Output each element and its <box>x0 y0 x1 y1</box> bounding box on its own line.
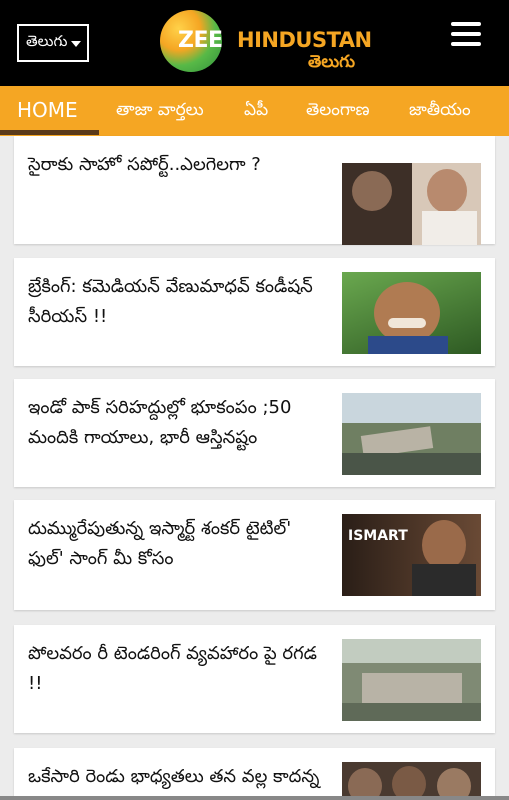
news-thumbnail[interactable] <box>342 762 481 800</box>
news-card[interactable]: సైరాకు సాహో సపోర్ట్..ఎలగెలగా ? <box>14 136 495 245</box>
news-card-title[interactable]: పోలవరం రీ టెండరింగ్ వ్యవహారం పై రగడ !! <box>28 639 328 699</box>
news-card[interactable]: దుమ్మురేపుతున్న ఇస్మార్ట్ శంకర్ టైటిల్' … <box>14 500 495 610</box>
news-card[interactable]: ఇండో పాక్ సరిహద్దుల్లో భూకంపం ;50 మందికి… <box>14 379 495 487</box>
news-card[interactable]: బ్రేకింగ్: కమెడియన్ వేణుమాధవ్ కండీషన్ సీ… <box>14 258 495 366</box>
news-card-title[interactable]: దుమ్మురేపుతున్న ఇస్మార్ట్ శంకర్ టైటిల్' … <box>28 514 328 574</box>
thumbnail-caption: ISMART <box>348 528 408 544</box>
nav-tab-ap[interactable]: ఏపీ <box>244 100 268 124</box>
nav-tab-national[interactable]: జాతీయం <box>409 100 471 124</box>
nav-tab-home[interactable]: HOME <box>17 98 78 122</box>
top-header: తెలుగు ZEE HINDUSTAN తెలుగు <box>0 0 509 86</box>
news-thumbnail[interactable] <box>342 639 481 721</box>
news-card-title[interactable]: ఒకేసారి రెండు భాధ్యతలు తన వల్ల కాదన్న <box>28 762 328 792</box>
zee-hindustan-logo[interactable]: ZEE HINDUSTAN తెలుగు <box>160 10 372 76</box>
news-card-title[interactable]: ఇండో పాక్ సరిహద్దుల్లో భూకంపం ;50 మందికి… <box>28 393 328 453</box>
chevron-down-icon <box>71 41 81 47</box>
news-card[interactable]: ఒకేసారి రెండు భాధ్యతలు తన వల్ల కాదన్న <box>14 748 495 800</box>
news-thumbnail[interactable]: ISMART <box>342 514 481 596</box>
language-select-label: తెలుగు <box>26 32 68 50</box>
logo-zee-text: ZEE <box>178 28 223 53</box>
nav-tab-telangana[interactable]: తెలంగాణ <box>306 100 370 124</box>
bottom-edge <box>0 796 509 800</box>
news-card-title[interactable]: సైరాకు సాహో సపోర్ట్..ఎలగెలగా ? <box>28 150 328 180</box>
logo-hindustan-text: HINDUSTAN <box>237 28 372 52</box>
language-select[interactable]: తెలుగు <box>17 24 89 62</box>
hamburger-menu-icon[interactable] <box>451 22 481 48</box>
logo-telugu-text: తెలుగు <box>308 52 355 72</box>
news-thumbnail[interactable] <box>342 272 481 354</box>
news-card[interactable]: పోలవరం రీ టెండరింగ్ వ్యవహారం పై రగడ !! <box>14 625 495 733</box>
nav-tab-latest-news[interactable]: తాజా వార్తలు <box>116 100 204 124</box>
news-thumbnail[interactable] <box>342 393 481 475</box>
news-card-title[interactable]: బ్రేకింగ్: కమెడియన్ వేణుమాధవ్ కండీషన్ సీ… <box>28 272 328 332</box>
active-tab-indicator <box>0 130 99 135</box>
news-thumbnail[interactable] <box>342 163 481 245</box>
category-nav: HOME తాజా వార్తలు ఏపీ తెలంగాణ జాతీయం <box>0 86 509 136</box>
